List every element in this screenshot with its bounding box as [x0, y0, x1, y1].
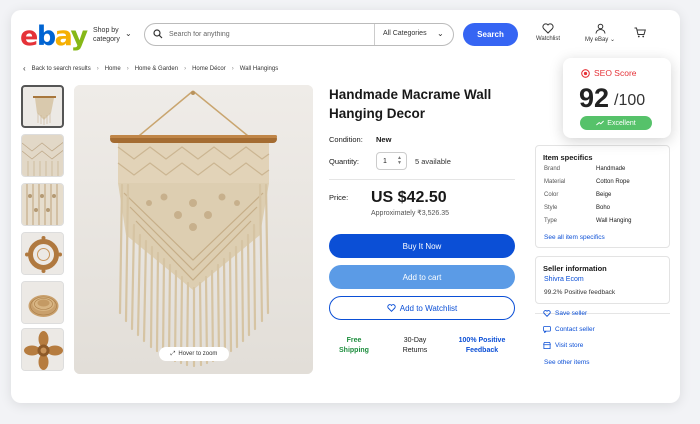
thumbnail[interactable] — [21, 232, 64, 275]
ebay-logo[interactable]: ebay — [20, 21, 88, 52]
breadcrumb-separator: › — [126, 65, 129, 72]
condition-label: Condition: — [329, 135, 363, 144]
seo-rating-label: Excellent — [607, 119, 636, 127]
shop-by-category[interactable]: Shop by category — [93, 26, 123, 44]
trend-up-icon — [596, 120, 605, 126]
thumbnail[interactable] — [21, 328, 64, 371]
seller-name-link[interactable]: Shivra Ecom — [544, 276, 584, 283]
item-specifics-panel: Item specifics Brand Handmade Material Cot… — [535, 145, 670, 248]
seo-rating-badge: Excellent — [580, 116, 652, 130]
store-icon — [543, 342, 551, 349]
heart-icon — [387, 304, 396, 312]
search-input[interactable] — [169, 24, 369, 45]
contact-seller-link[interactable]: Contact seller — [543, 326, 595, 333]
chevron-down-icon: ⌄ — [125, 29, 132, 38]
seller-feedback: 99.2% Positive feedback — [544, 289, 616, 296]
seller-info-panel: Seller information Shivra Ecom 99.2% Pos… — [535, 256, 670, 304]
heart-icon — [543, 310, 551, 317]
seo-score-card: SEO Score 92 /100 Excellent — [563, 58, 671, 138]
macrame-image — [74, 85, 313, 374]
hover-to-zoom: ⤢ Hover to zoom — [159, 347, 229, 361]
thumbnail[interactable] — [21, 134, 64, 177]
breadcrumb-item[interactable]: Wall Hangings — [240, 66, 278, 72]
category-select[interactable]: All Categories — [383, 30, 427, 37]
user-icon — [595, 23, 605, 34]
spec-row: Type Wall Hanging — [544, 218, 632, 224]
my-ebay-label: My eBay — [584, 37, 609, 43]
search-button[interactable]: Search — [463, 23, 518, 46]
watchlist-link[interactable]: Watchlist — [533, 23, 563, 42]
spec-row: Brand Handmade — [544, 166, 626, 172]
target-icon — [581, 68, 590, 78]
thumbnail[interactable] — [21, 85, 64, 128]
my-ebay-link[interactable]: My eBay ⌄ — [581, 23, 619, 43]
breadcrumb-item[interactable]: Home — [105, 66, 121, 72]
seo-score-value: 92 — [579, 83, 610, 113]
hover-zoom-label: Hover to zoom — [178, 351, 218, 357]
watchlist-label: Watchlist — [535, 36, 561, 42]
add-to-cart-button[interactable]: Add to cart — [329, 265, 515, 289]
back-to-results-link[interactable]: Back to search results — [32, 66, 91, 72]
chat-icon — [543, 326, 551, 333]
breadcrumb-item[interactable]: Home & Garden — [135, 66, 178, 72]
search-icon — [153, 29, 163, 39]
search-bar: All Categories ⌄ — [144, 23, 454, 46]
feedback-badge: 100% Positive Feedback — [458, 337, 506, 354]
breadcrumb-item[interactable]: Home Décor — [192, 66, 226, 72]
breadcrumb-separator: › — [96, 65, 99, 72]
thumbnail[interactable] — [21, 281, 64, 324]
available-count: 5 available — [415, 157, 451, 166]
spec-row: Color Beige — [544, 192, 612, 198]
visit-store-label: Visit store — [555, 342, 584, 349]
visit-store-link[interactable]: Visit store — [543, 342, 583, 349]
spec-row: Material Cotton Rope — [544, 179, 630, 185]
seo-title-label: SEO Score — [594, 68, 637, 78]
item-specifics-heading: Item specifics — [543, 153, 593, 162]
see-all-specifics-link[interactable]: See all item specifics — [544, 234, 605, 241]
stepper-arrows-icon[interactable]: ▲ ▼ — [397, 156, 402, 166]
cart-icon[interactable] — [634, 27, 646, 38]
buy-it-now-button[interactable]: Buy It Now — [329, 234, 515, 258]
thumbnail[interactable] — [21, 183, 64, 226]
approx-price: Approximately ₹3,526.35 — [371, 210, 449, 217]
save-seller-link[interactable]: Save seller — [543, 310, 587, 317]
quantity-value: 1 — [383, 158, 387, 165]
product-image[interactable]: ⤢ Hover to zoom — [74, 85, 313, 374]
price-value: US $42.50 — [371, 189, 447, 206]
chevron-down-icon: ⌄ — [609, 37, 616, 43]
quantity-stepper[interactable]: 1 ▲ ▼ — [376, 152, 407, 170]
condition-value: New — [376, 135, 392, 144]
breadcrumb-separator: › — [184, 65, 187, 72]
seo-score-title: SEO Score — [581, 68, 637, 78]
heart-icon — [542, 23, 554, 34]
divider — [374, 24, 375, 45]
add-to-cart-label: Add to cart — [402, 272, 442, 282]
contact-seller-label: Contact seller — [555, 326, 595, 333]
add-to-watchlist-button[interactable]: Add to Watchlist — [329, 296, 515, 320]
chevron-left-icon: ‹ — [23, 64, 26, 73]
seller-info-heading: Seller information — [543, 264, 607, 273]
save-seller-label: Save seller — [555, 310, 588, 317]
spec-row: Style Boho — [544, 205, 611, 211]
seo-score-max: /100 — [614, 92, 646, 109]
chevron-down-icon: ⌄ — [437, 29, 444, 38]
buy-it-now-label: Buy It Now — [402, 241, 442, 251]
returns-badge: 30-Day Returns — [402, 337, 428, 354]
quantity-label: Quantity: — [329, 157, 360, 166]
free-shipping-badge: Free Shipping — [339, 337, 369, 354]
price-label: Price: — [329, 193, 349, 202]
divider — [329, 179, 515, 180]
zoom-icon: ⤢ — [170, 350, 176, 357]
see-other-items-link[interactable]: See other items — [544, 359, 590, 366]
breadcrumb-separator: › — [231, 65, 234, 72]
product-title: Handmade Macrame Wall Hanging Decor — [329, 87, 492, 121]
breadcrumb: ‹ Back to search results › Home › Home &… — [23, 64, 278, 73]
add-to-watchlist-label: Add to Watchlist — [399, 303, 458, 313]
